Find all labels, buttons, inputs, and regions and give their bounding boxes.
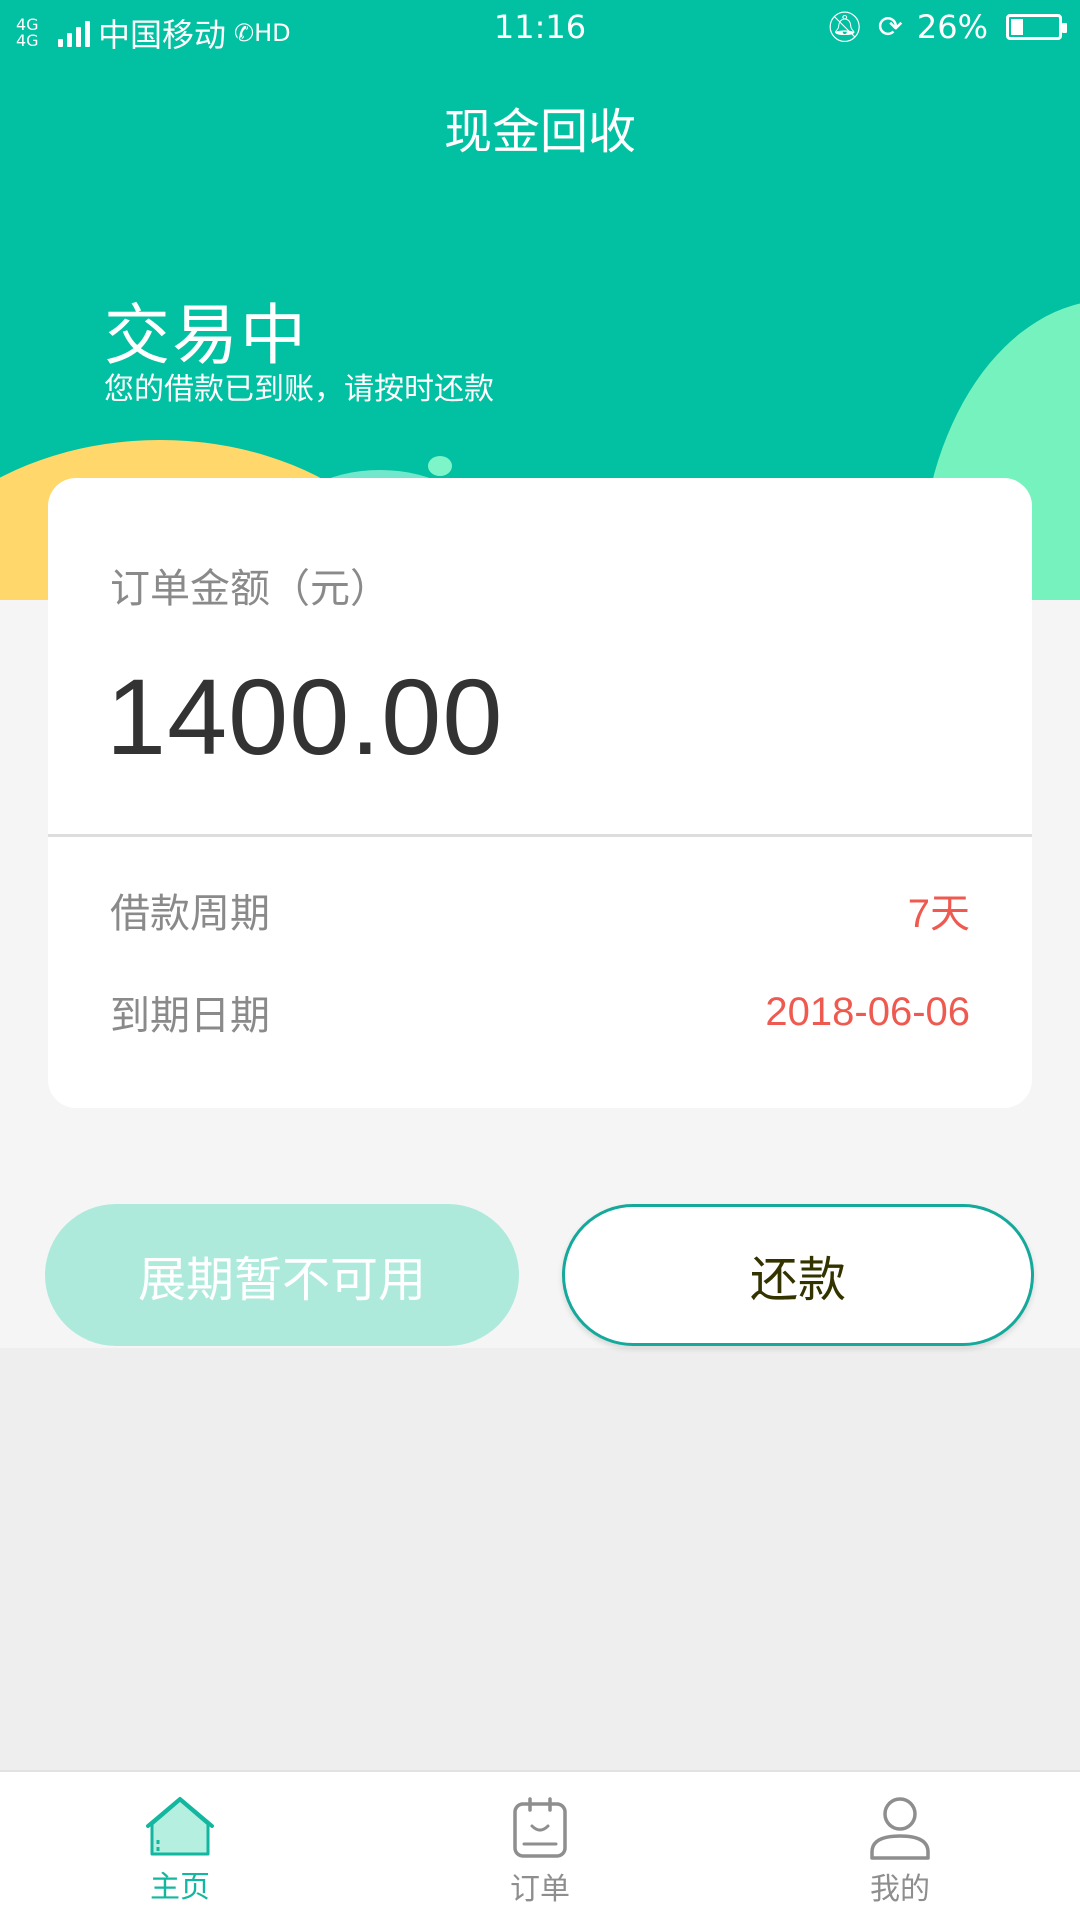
divider (48, 834, 1032, 837)
tab-profile[interactable]: 我的 (820, 1772, 980, 1920)
order-card: 订单金额（元） 1400.00 借款周期 7天 到期日期 2018-06-06 (48, 478, 1032, 1108)
decorative-dot (428, 456, 452, 476)
mute-bell-icon: 🔕︎ (825, 9, 864, 45)
tab-profile-label: 我的 (870, 1872, 930, 1907)
tab-bar: 主页 订单 我的 (0, 1770, 1080, 1920)
status-bar: 4G 4G 中国移动 ✆HD 11:16 🔕︎ ⟳ 26% (0, 0, 1080, 56)
tab-orders-label: 订单 (510, 1872, 570, 1907)
battery-percent: 26% (916, 8, 988, 46)
battery-level (1011, 19, 1023, 35)
rotation-lock-icon: ⟳ (877, 9, 903, 45)
page-title: 现金回收 (443, 104, 636, 160)
home-icon (146, 1797, 214, 1856)
tab-home-label: 主页 (150, 1870, 210, 1905)
extend-button[interactable]: 展期暂不可用 (45, 1204, 519, 1346)
profile-icon (870, 1797, 930, 1860)
battery-icon (1006, 14, 1067, 40)
due-date-row: 到期日期 2018-06-06 (110, 982, 970, 1042)
loan-period-value: 7天 (907, 892, 970, 936)
amount-label: 订单金额（元） (110, 566, 390, 612)
order-icon (513, 1797, 567, 1858)
status-message: 您的借款已到账，请按时还款 (104, 372, 494, 407)
tab-home[interactable]: 主页 (100, 1772, 260, 1920)
due-date-label: 到期日期 (110, 993, 270, 1039)
repay-button[interactable]: 还款 (562, 1204, 1034, 1346)
tab-orders[interactable]: 订单 (460, 1772, 620, 1920)
loan-period-label: 借款周期 (110, 891, 270, 937)
order-amount: 1400.00 (106, 656, 504, 777)
due-date-value: 2018-06-06 (765, 989, 970, 1034)
loan-period-row: 借款周期 7天 (110, 880, 970, 940)
